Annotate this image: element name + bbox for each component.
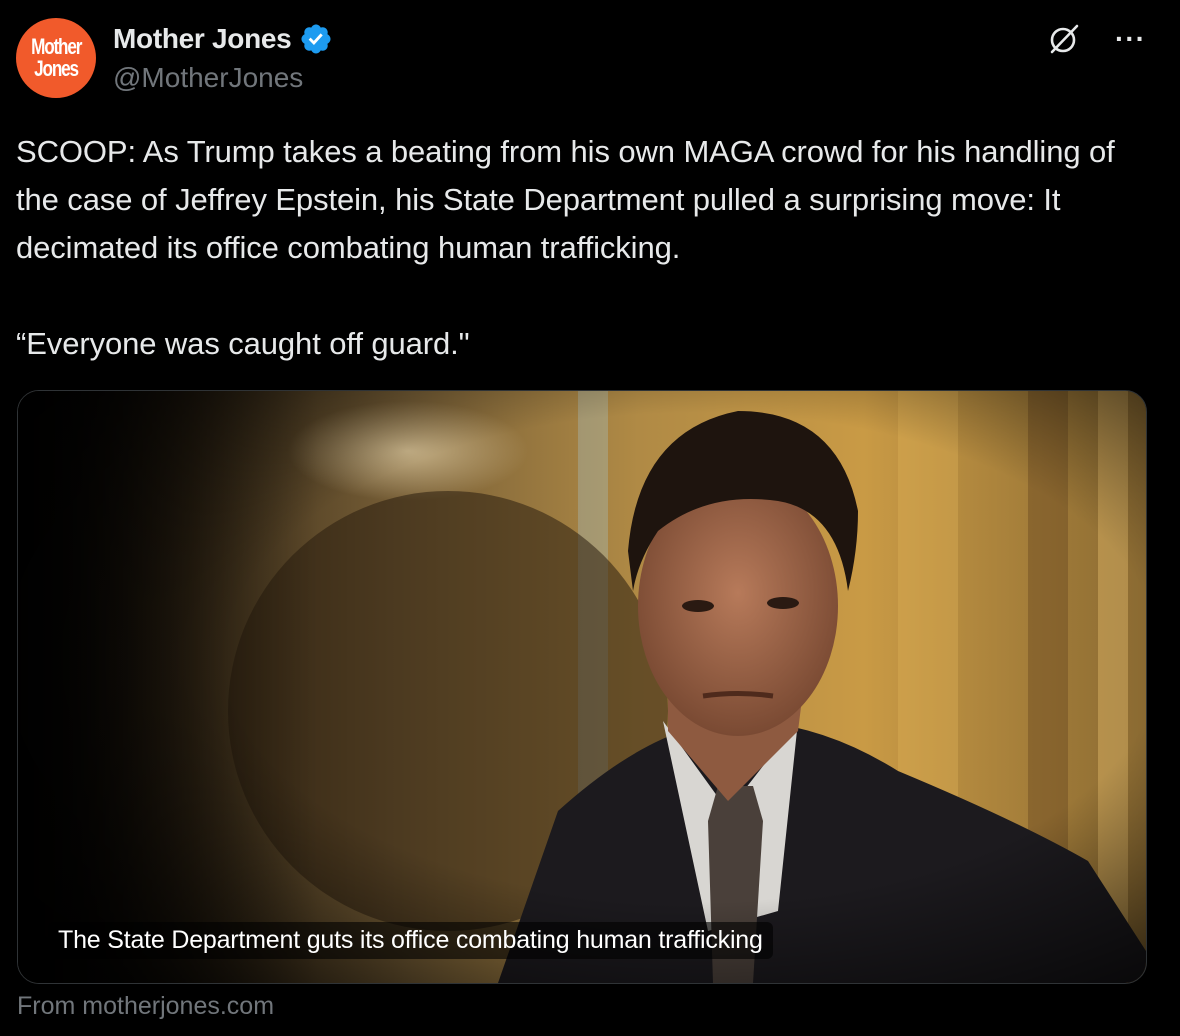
avatar-text-line-1: Mother [30,34,82,59]
card-image [18,391,1146,983]
verified-badge-icon[interactable] [299,22,333,56]
link-card[interactable]: The State Department guts its office com… [17,390,1147,984]
display-name-row: Mother Jones [113,20,333,58]
more-icon[interactable]: ··· [1115,25,1146,53]
grok-icon[interactable] [1047,22,1081,56]
card-caption: The State Department guts its office com… [48,922,773,959]
tweet-text: SCOOP: As Trump takes a beating from his… [16,128,1156,368]
tweet-paragraph-1: SCOOP: As Trump takes a beating from his… [16,134,1115,265]
tweet-paragraph-2: “Everyone was caught off guard." [16,326,470,361]
display-name[interactable]: Mother Jones [113,23,292,55]
avatar[interactable]: Mother Jones [16,18,96,98]
avatar-text-line-2: Jones [34,56,79,81]
tweet: Mother Jones Mother Jones @MotherJones ·… [0,0,1180,1036]
author-block: Mother Jones @MotherJones [113,20,333,94]
card-source[interactable]: From motherjones.com [17,992,274,1021]
top-actions: ··· [1047,22,1146,56]
handle[interactable]: @MotherJones [113,62,333,94]
